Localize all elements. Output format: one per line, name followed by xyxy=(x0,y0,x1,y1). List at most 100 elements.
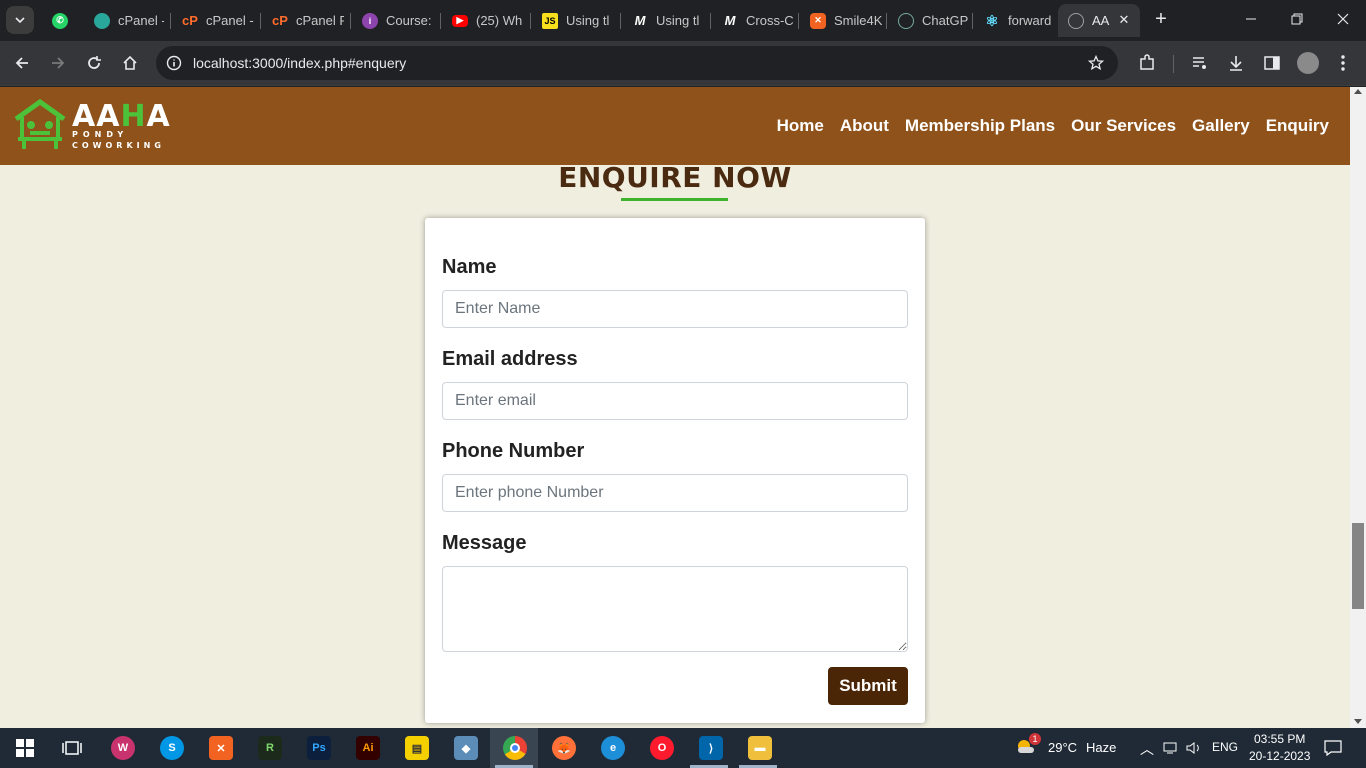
windows-start-icon[interactable] xyxy=(13,736,37,760)
nav-links: Home About Membership Plans Our Services… xyxy=(777,116,1329,136)
file-explorer-icon[interactable]: ▬ xyxy=(748,736,772,760)
email-label: Email address xyxy=(442,348,578,370)
bookmark-star-icon[interactable] xyxy=(1086,53,1106,73)
browser-menu-button[interactable] xyxy=(1331,51,1355,75)
nav-enquiry[interactable]: Enquiry xyxy=(1266,116,1329,136)
wps-office-icon[interactable]: W xyxy=(111,736,135,760)
url-text: localhost:3000/index.php#enquery xyxy=(193,55,407,71)
tab-label: forward xyxy=(1008,13,1052,28)
task-view-icon[interactable] xyxy=(60,736,84,760)
notifications-icon[interactable] xyxy=(1324,740,1342,761)
xampp-icon[interactable]: ✕ xyxy=(209,736,233,760)
tab-active-aaha[interactable]: AAI ✕ xyxy=(1058,4,1140,37)
close-window-button[interactable] xyxy=(1328,6,1358,34)
tab-label: (25) Wh xyxy=(476,13,523,28)
weather-temp[interactable]: 29°C xyxy=(1048,740,1077,755)
scroll-down-arrow-icon[interactable] xyxy=(1354,719,1362,724)
reload-icon xyxy=(88,56,101,69)
side-panel-button[interactable] xyxy=(1260,51,1284,75)
reload-button[interactable] xyxy=(82,51,106,75)
back-button[interactable] xyxy=(10,51,34,75)
message-textarea[interactable] xyxy=(442,566,908,652)
section-heading: ENQUIRE NOW xyxy=(558,161,792,194)
logo-subtitle-pondy: PONDY xyxy=(72,130,129,139)
clock-time[interactable]: 03:55 PM xyxy=(1254,732,1305,746)
nav-home[interactable]: Home xyxy=(777,116,824,136)
tab-cpanel-3[interactable]: cP cPanel F xyxy=(262,4,344,37)
language-indicator[interactable]: ENG xyxy=(1212,740,1238,754)
tab-label: Course: xyxy=(386,13,432,28)
tab-course[interactable]: i Course: xyxy=(352,4,434,37)
weather-condition[interactable]: Haze xyxy=(1086,740,1116,755)
tab-youtube[interactable]: ▶ (25) Wh xyxy=(442,4,524,37)
globe-icon xyxy=(1068,12,1084,29)
page-scrollbar[interactable] xyxy=(1350,87,1366,728)
site-info-icon[interactable] xyxy=(164,53,184,73)
downloads-button[interactable] xyxy=(1224,51,1248,75)
tab-chatgpt[interactable]: ChatGP xyxy=(888,4,968,37)
house-logo-icon xyxy=(14,99,66,149)
scrollbar-thumb[interactable] xyxy=(1352,523,1364,609)
youtube-icon: ▶ xyxy=(452,14,468,27)
tab-forward[interactable]: ⚛ forward xyxy=(974,4,1054,37)
photoshop-icon[interactable]: Ps xyxy=(307,736,331,760)
submit-button[interactable]: Submit xyxy=(828,667,908,705)
volume-icon[interactable] xyxy=(1186,741,1202,760)
nav-our-services[interactable]: Our Services xyxy=(1071,116,1176,136)
tab-whatsapp[interactable]: ✆ xyxy=(42,4,80,37)
chevron-up-icon[interactable]: ︿ xyxy=(1140,739,1154,759)
tab-separator xyxy=(530,13,531,29)
weather-icon[interactable]: 1 xyxy=(1015,733,1041,755)
aaha-logo[interactable]: AAHA PONDY COWORKING xyxy=(12,99,172,155)
tab-search-button[interactable] xyxy=(6,6,34,34)
home-icon xyxy=(123,55,137,70)
email-input[interactable] xyxy=(442,382,908,420)
minimize-button[interactable] xyxy=(1236,6,1266,34)
nav-about[interactable]: About xyxy=(840,116,889,136)
reading-list-button[interactable] xyxy=(1188,51,1212,75)
network-icon[interactable] xyxy=(1163,741,1179,760)
tab-cpanel-1[interactable]: cPanel - xyxy=(84,4,164,37)
restore-button[interactable] xyxy=(1282,6,1312,34)
restore-icon xyxy=(1291,13,1303,25)
forward-button[interactable] xyxy=(46,51,70,75)
chrome-icon[interactable] xyxy=(503,736,527,760)
tab-label: Cross-C xyxy=(746,13,794,28)
clock-date[interactable]: 20-12-2023 xyxy=(1249,749,1310,763)
logo-title: AAHA xyxy=(72,99,171,134)
phone-label: Phone Number xyxy=(442,440,585,462)
firefox-icon[interactable]: 🦊 xyxy=(552,736,576,760)
tab-smile[interactable]: ✕ Smile4K xyxy=(800,4,882,37)
name-input[interactable] xyxy=(442,290,908,328)
tab-separator xyxy=(972,13,973,29)
tab-medium-1[interactable]: M Using tl xyxy=(622,4,704,37)
nav-gallery[interactable]: Gallery xyxy=(1192,116,1250,136)
tab-separator xyxy=(710,13,711,29)
address-bar[interactable]: localhost:3000/index.php#enquery xyxy=(156,46,1118,80)
phone-input[interactable] xyxy=(442,474,908,512)
app-icon[interactable]: ◆ xyxy=(454,736,478,760)
tab-separator xyxy=(620,13,621,29)
side-panel-icon xyxy=(1264,56,1280,70)
r-studio-icon[interactable]: R xyxy=(258,736,282,760)
vscode-icon[interactable]: ⟩ xyxy=(699,736,723,760)
tab-label: cPanel - xyxy=(118,13,164,28)
tab-label: ChatGP xyxy=(922,13,968,28)
tab-medium-2[interactable]: M Cross-C xyxy=(712,4,794,37)
new-tab-button[interactable]: + xyxy=(1150,8,1172,30)
skype-icon[interactable]: S xyxy=(160,736,184,760)
opera-icon[interactable]: O xyxy=(650,736,674,760)
edge-icon[interactable]: e xyxy=(601,736,625,760)
nav-membership-plans[interactable]: Membership Plans xyxy=(905,116,1055,136)
illustrator-icon[interactable]: Ai xyxy=(356,736,380,760)
smile-icon: ✕ xyxy=(810,12,826,29)
extensions-button[interactable] xyxy=(1135,51,1159,75)
home-button[interactable] xyxy=(118,51,142,75)
logo-subtitle-coworking: COWORKING xyxy=(72,141,165,150)
profile-avatar[interactable] xyxy=(1297,52,1319,74)
tab-js[interactable]: JS Using tl xyxy=(532,4,614,37)
close-tab-icon[interactable]: ✕ xyxy=(1116,12,1132,28)
tab-cpanel-2[interactable]: cP cPanel - xyxy=(172,4,254,37)
scroll-up-arrow-icon[interactable] xyxy=(1354,89,1362,94)
sticky-notes-icon[interactable]: ▤ xyxy=(405,736,429,760)
